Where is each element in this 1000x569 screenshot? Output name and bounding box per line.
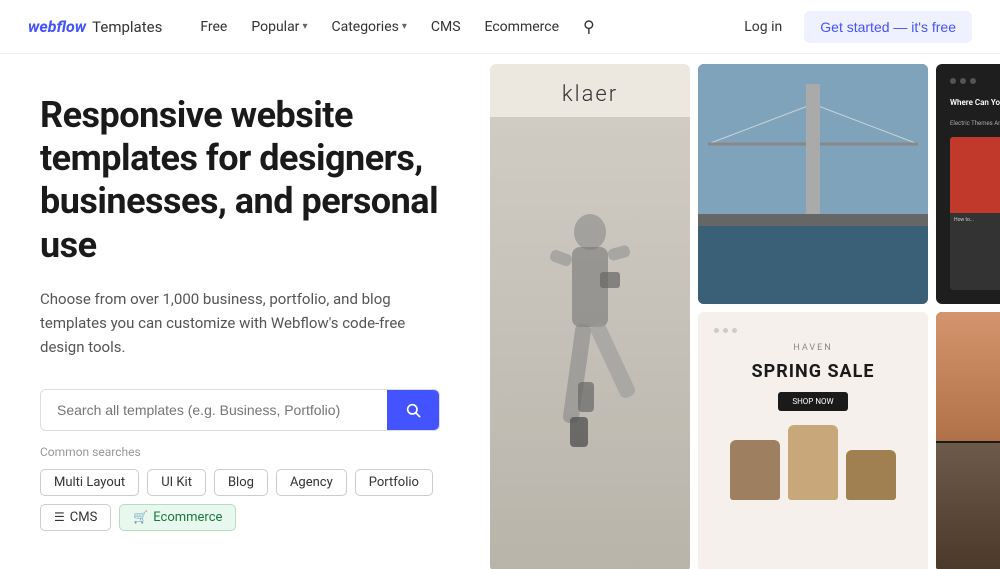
haven-chairs	[730, 425, 896, 500]
hero-title: Responsive website templates for designe…	[40, 94, 440, 267]
nav-link-free[interactable]: Free	[190, 13, 237, 41]
magazine-inner: 37 Ways To Improve Design New Post In Yo…	[936, 312, 1000, 569]
chair-1	[730, 440, 780, 500]
haven-topbar	[714, 328, 737, 333]
haven-dot-3	[732, 328, 737, 333]
webflow-blog-inner: Where Can You Find Free Webflow Resource…	[936, 64, 1000, 304]
nav-link-popular[interactable]: Popular ▾	[241, 13, 317, 41]
portrait-2	[936, 443, 1000, 569]
dot-2	[960, 78, 966, 84]
get-started-button[interactable]: Get started — it's free	[804, 11, 972, 43]
fashion-figure-icon	[540, 192, 640, 569]
tag-blog[interactable]: Blog	[214, 469, 268, 496]
tag-ecommerce-label: Ecommerce	[153, 510, 222, 525]
template-card-klaer[interactable]: klaer	[490, 64, 690, 569]
nav-link-cms[interactable]: CMS	[421, 13, 471, 41]
haven-inner: HAVEN SPRING SALE SHOP NOW	[698, 312, 928, 569]
left-panel: Responsive website templates for designe…	[0, 54, 480, 569]
template-card-magazine[interactable]: 37 Ways To Improve Design New Post In Yo…	[936, 312, 1000, 569]
bridge-icon	[698, 64, 928, 304]
haven-cta: SHOP NOW	[778, 392, 847, 411]
nav-links: Free Popular ▾ Categories ▾ CMS Ecommerc…	[190, 11, 734, 42]
portrait-1	[936, 312, 1000, 441]
mag-cell-3	[936, 443, 1000, 569]
blog-col-1-img	[950, 137, 1000, 214]
dot-3	[970, 78, 976, 84]
logo-webflow: webflow	[28, 17, 86, 36]
chevron-down-icon: ▾	[302, 21, 307, 32]
nav-link-categories[interactable]: Categories ▾	[321, 13, 416, 41]
klaer-figure	[490, 117, 690, 569]
search-icon	[405, 402, 421, 418]
haven-dot-2	[723, 328, 728, 333]
tag-cms-label: CMS	[70, 510, 98, 525]
nav-link-ecommerce[interactable]: Ecommerce	[475, 13, 569, 41]
search-icon[interactable]: ⚲	[573, 11, 605, 42]
main-content: Responsive website templates for designe…	[0, 54, 1000, 569]
chair-3	[846, 450, 896, 500]
webflow-blog-title: Where Can You Find Free Webflow Resource…	[950, 98, 1000, 108]
klaer-brand-text: klaer	[562, 82, 618, 107]
webflow-blog-cards: How to... Design tips	[950, 137, 1000, 290]
logo-templates: Templates	[92, 18, 162, 36]
dot-1	[950, 78, 956, 84]
nav-link-popular-label: Popular	[251, 19, 299, 35]
hero-description: Choose from over 1,000 business, portfol…	[40, 287, 440, 359]
webflow-blog-subtitle: Electric Themes And The Chuck Norris Eff…	[950, 120, 1000, 128]
tag-cms[interactable]: ☰ CMS	[40, 504, 111, 531]
nav-right: Log in Get started — it's free	[734, 11, 972, 43]
cart-icon: 🛒	[133, 510, 148, 524]
navbar: webflow Templates Free Popular ▾ Categor…	[0, 0, 1000, 54]
template-card-haven[interactable]: HAVEN SPRING SALE SHOP NOW	[698, 312, 928, 569]
common-searches-label: Common searches	[40, 445, 440, 459]
search-bar	[40, 389, 440, 431]
template-card-bridge[interactable]	[698, 64, 928, 304]
tag-ecommerce[interactable]: 🛒 Ecommerce	[119, 504, 236, 531]
brand[interactable]: webflow Templates	[28, 17, 162, 36]
tag-agency[interactable]: Agency	[276, 469, 347, 496]
nav-link-categories-label: Categories	[331, 19, 398, 35]
haven-brand: HAVEN	[793, 343, 832, 353]
cms-icon: ☰	[54, 510, 65, 524]
haven-headline: SPRING SALE	[752, 361, 875, 382]
blog-col-1-text: How to...	[950, 213, 1000, 228]
mag-cell-1	[936, 312, 1000, 441]
webflow-blog-topbar	[950, 78, 1000, 84]
tags-row: Multi Layout UI Kit Blog Agency Portfoli…	[40, 469, 440, 531]
search-button[interactable]	[387, 390, 439, 430]
bridge-visual	[698, 64, 928, 304]
blog-col-1: How to...	[950, 137, 1000, 290]
template-card-webflow-blog[interactable]: Where Can You Find Free Webflow Resource…	[936, 64, 1000, 304]
login-button[interactable]: Log in	[734, 13, 792, 41]
chair-2	[788, 425, 838, 500]
tag-multi-layout[interactable]: Multi Layout	[40, 469, 139, 496]
tag-portfolio[interactable]: Portfolio	[355, 469, 433, 496]
templates-grid: klaer	[490, 64, 990, 569]
chevron-down-icon: ▾	[402, 21, 407, 32]
right-panel: klaer	[480, 54, 1000, 569]
tag-ui-kit[interactable]: UI Kit	[147, 469, 206, 496]
haven-dot-1	[714, 328, 719, 333]
search-input[interactable]	[41, 390, 387, 430]
